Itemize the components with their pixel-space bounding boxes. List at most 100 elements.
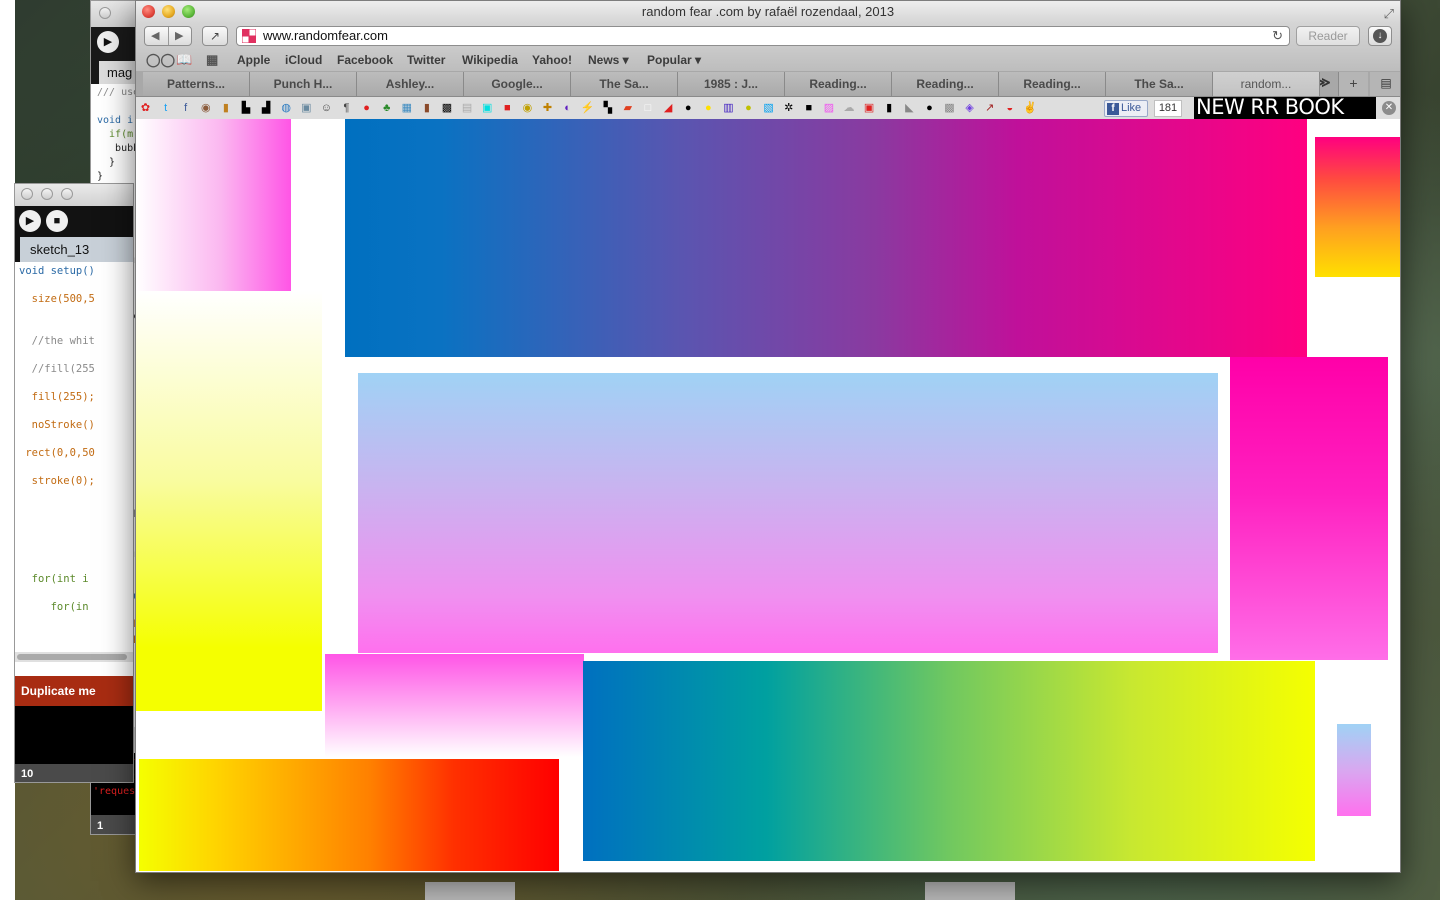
browser-tab[interactable]: Reading... — [999, 72, 1106, 96]
browser-tab[interactable]: random... — [1213, 72, 1320, 96]
back-forward-buttons[interactable]: ◀ ▶ — [144, 26, 192, 46]
browser-tab[interactable]: Reading... — [892, 72, 999, 96]
fullscreen-icon[interactable]: ⤢ — [1384, 3, 1394, 25]
new-book-banner[interactable]: NEW RR BOOK — [1194, 97, 1376, 119]
close-button[interactable] — [99, 7, 111, 19]
favorite-site-icon[interactable]: ♣ — [379, 101, 394, 116]
run-icon[interactable]: ▶ — [19, 210, 41, 232]
favorite-site-icon[interactable]: ▮ — [882, 101, 897, 116]
address-bar[interactable]: www.randomfear.com ↻ — [236, 26, 1290, 46]
browser-tab[interactable]: Ashley... — [357, 72, 464, 96]
browser-tab[interactable]: The Sa... — [1106, 72, 1213, 96]
bookmark-facebook[interactable]: Facebook — [337, 53, 393, 67]
favorite-site-icon[interactable]: ☁ — [842, 101, 857, 116]
favorite-site-icon[interactable]: ◍ — [279, 101, 294, 116]
close-button[interactable] — [142, 5, 155, 18]
top-sites-grid-icon[interactable]: ▦ — [206, 52, 218, 68]
reading-list-icon[interactable]: ◯◯ — [146, 52, 175, 68]
favorite-site-icon[interactable]: ▣ — [862, 101, 877, 116]
favorite-site-icon[interactable]: ▚ — [600, 101, 615, 116]
favorite-site-icon[interactable]: t — [158, 101, 173, 116]
bookmark-icloud[interactable]: iCloud — [285, 53, 322, 67]
favorite-site-icon[interactable]: ◉ — [198, 101, 213, 116]
new-tab-button[interactable]: + — [1338, 72, 1368, 96]
minimize-button[interactable] — [41, 188, 53, 200]
zoom-button[interactable] — [182, 5, 195, 18]
favorite-site-icon[interactable]: ✿ — [138, 101, 153, 116]
favorite-site-icon[interactable]: ◐ — [560, 101, 575, 116]
favorite-site-icon[interactable]: ▨ — [821, 101, 836, 116]
favorite-site-icon[interactable]: ◒ — [1002, 101, 1017, 116]
favorite-site-icon[interactable]: ¶ — [339, 101, 354, 116]
browser-tab[interactable]: Reading... — [785, 72, 892, 96]
favorite-site-icon[interactable]: ↗ — [982, 101, 997, 116]
dock-item[interactable] — [425, 882, 515, 900]
favorite-site-icon[interactable]: ● — [922, 101, 937, 116]
artwork-canvas[interactable] — [136, 119, 1400, 872]
dock-item[interactable] — [925, 882, 1015, 900]
tab-sketch[interactable]: sketch_13 — [20, 237, 133, 262]
favorite-site-icon[interactable]: ▮ — [419, 101, 434, 116]
tab-view-button[interactable]: ▤ — [1370, 72, 1400, 96]
favorite-site-icon[interactable]: ▙ — [239, 101, 254, 116]
favorite-site-icon[interactable]: ▰ — [620, 101, 635, 116]
processing-window-sketch[interactable]: ▶ ■ sketch_13 void setup() size(500,5 //… — [14, 183, 134, 783]
bookmark-apple[interactable]: Apple — [237, 53, 270, 67]
favorite-site-icon[interactable]: ◣ — [902, 101, 917, 116]
reload-icon[interactable]: ↻ — [1272, 27, 1283, 45]
favorite-site-icon[interactable]: ✚ — [540, 101, 555, 116]
bookmarks-book-icon[interactable]: 📖 — [176, 52, 192, 68]
favorite-site-icon[interactable]: ☺ — [319, 101, 334, 116]
bookmark-wikipedia[interactable]: Wikipedia — [462, 53, 518, 67]
favorite-site-icon[interactable]: ▣ — [299, 101, 314, 116]
favorite-site-icon[interactable]: ▩ — [942, 101, 957, 116]
window-titlebar[interactable] — [15, 184, 133, 206]
favorite-site-icon[interactable]: ▩ — [440, 101, 455, 116]
browser-tab[interactable]: Patterns... — [143, 72, 250, 96]
bookmark-twitter[interactable]: Twitter — [407, 53, 445, 67]
safari-window[interactable]: random fear .com by rafaël rozendaal, 20… — [135, 0, 1401, 873]
favorite-site-icon[interactable]: ● — [741, 101, 756, 116]
favorite-site-icon[interactable]: ◉ — [520, 101, 535, 116]
favorite-site-icon[interactable]: f — [178, 101, 193, 116]
forward-icon[interactable]: ▶ — [175, 29, 183, 42]
browser-tab[interactable]: Punch H... — [250, 72, 357, 96]
bookmark-popular-menu[interactable]: Popular ▾ — [647, 53, 701, 67]
share-button[interactable]: ↗ — [202, 26, 228, 46]
window-titlebar[interactable]: random fear .com by rafaël rozendaal, 20… — [136, 1, 1400, 23]
favorite-site-icon[interactable]: ● — [681, 101, 696, 116]
favorite-site-icon[interactable]: ▮ — [218, 101, 233, 116]
favorite-site-icon[interactable]: ■ — [500, 101, 515, 116]
favorite-site-icon[interactable]: ◈ — [962, 101, 977, 116]
favorite-site-icon[interactable]: ✌ — [1022, 101, 1037, 116]
close-button[interactable] — [21, 188, 33, 200]
favorite-site-icon[interactable]: ✲ — [781, 101, 796, 116]
favorite-site-icon[interactable]: ◢ — [661, 101, 676, 116]
stop-icon[interactable]: ■ — [46, 210, 68, 232]
browser-tab[interactable]: The Sa... — [571, 72, 678, 96]
code-editor[interactable]: void setup() size(500,5 //the whit //fil… — [15, 262, 133, 616]
bookmark-yahoo[interactable]: Yahoo! — [532, 53, 572, 67]
favorite-site-icon[interactable]: ▦ — [399, 101, 414, 116]
run-icon[interactable]: ▶ — [97, 31, 119, 53]
favorite-site-icon[interactable]: ▤ — [460, 101, 475, 116]
horizontal-scrollbar[interactable] — [15, 652, 133, 662]
favorite-site-icon[interactable]: ⚡ — [580, 101, 595, 116]
favorite-site-icon[interactable]: ▥ — [721, 101, 736, 116]
zoom-button[interactable] — [61, 188, 73, 200]
facebook-like-button[interactable]: f Like — [1104, 100, 1148, 117]
browser-tab[interactable]: 1985 : J... — [678, 72, 785, 96]
bookmark-news-menu[interactable]: News ▾ — [588, 53, 629, 67]
minimize-button[interactable] — [162, 5, 175, 18]
favorite-site-icon[interactable]: ▣ — [480, 101, 495, 116]
favorite-site-icon[interactable]: ▧ — [761, 101, 776, 116]
favorite-site-icon[interactable]: ● — [359, 101, 374, 116]
browser-tab[interactable]: Google... — [464, 72, 571, 96]
close-icon[interactable]: ✕ — [1382, 101, 1396, 115]
favorite-site-icon[interactable]: □ — [641, 101, 656, 116]
downloads-button[interactable]: ↓ — [1368, 26, 1392, 46]
favorite-site-icon[interactable]: ▟ — [259, 101, 274, 116]
reader-button[interactable]: Reader — [1296, 26, 1360, 46]
favorite-site-icon[interactable]: ● — [701, 101, 716, 116]
back-icon[interactable]: ◀ — [151, 29, 159, 42]
